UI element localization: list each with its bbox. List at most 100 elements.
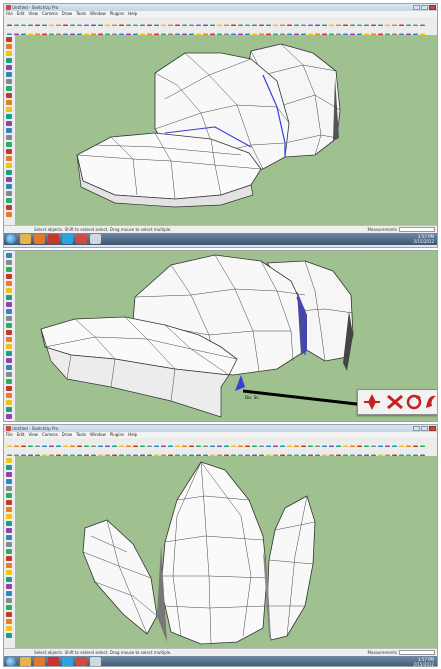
palette-tool-icon[interactable] xyxy=(6,351,12,356)
modeling-viewport-2[interactable]: Dis. Sc. xyxy=(15,251,437,421)
palette-tool-icon[interactable] xyxy=(6,500,12,505)
palette-tool-icon[interactable] xyxy=(6,626,12,631)
palette-tool-icon[interactable] xyxy=(6,421,12,422)
sketchup-taskbar-icon-3[interactable] xyxy=(76,657,87,666)
palette-tool-icon[interactable] xyxy=(6,493,12,498)
palette-tool-icon[interactable] xyxy=(6,156,12,161)
taskbar-clock[interactable]: 3:57 PM 2/15/2012 xyxy=(413,234,434,244)
palette-tool-icon[interactable] xyxy=(6,79,12,84)
model-view-1[interactable] xyxy=(15,35,437,225)
palette-tool-icon[interactable] xyxy=(6,198,12,203)
palette-tool-icon[interactable] xyxy=(6,253,12,258)
palette-tool-icon[interactable] xyxy=(6,309,12,314)
palette-tool-icon[interactable] xyxy=(6,486,12,491)
palette-tool-icon[interactable] xyxy=(6,598,12,603)
paint-icon-3[interactable] xyxy=(90,657,101,666)
palette-tool-icon[interactable] xyxy=(6,358,12,363)
palette-tool-icon[interactable] xyxy=(6,330,12,335)
palette-tool-icon[interactable] xyxy=(6,170,12,175)
media-player-icon-3[interactable] xyxy=(34,657,45,666)
rotate-icon[interactable] xyxy=(387,394,403,410)
skype-icon[interactable] xyxy=(62,234,73,244)
sketchup-taskbar-icon[interactable] xyxy=(76,234,87,244)
palette-tool-icon[interactable] xyxy=(6,149,12,154)
measurements-input[interactable] xyxy=(399,227,435,232)
move-icon[interactable] xyxy=(364,394,380,410)
palette-tool-icon[interactable] xyxy=(6,400,12,405)
palette-tool-icon[interactable] xyxy=(6,458,12,463)
palette-tool-icon[interactable] xyxy=(6,507,12,512)
floating-toolbar[interactable] xyxy=(357,389,437,415)
palette-tool-icon[interactable] xyxy=(6,205,12,210)
palette-tool-icon[interactable] xyxy=(6,100,12,105)
palette-tool-icon[interactable] xyxy=(6,591,12,596)
palette-tool-icon[interactable] xyxy=(6,619,12,624)
palette-tool-icon[interactable] xyxy=(6,372,12,377)
palette-tool-icon[interactable] xyxy=(6,633,12,638)
palette-tool-icon[interactable] xyxy=(6,563,12,568)
palette-tool-icon[interactable] xyxy=(6,65,12,70)
explorer-icon-3[interactable] xyxy=(20,657,31,666)
palette-tool-icon[interactable] xyxy=(6,212,12,217)
palette-tool-icon[interactable] xyxy=(6,528,12,533)
palette-tool-icon[interactable] xyxy=(6,114,12,119)
skype-icon-3[interactable] xyxy=(62,657,73,666)
palette-tool-icon[interactable] xyxy=(6,37,12,42)
palette-tool-icon[interactable] xyxy=(6,570,12,575)
minimize-button[interactable] xyxy=(413,5,420,10)
maximize-button[interactable] xyxy=(421,5,428,10)
explorer-icon[interactable] xyxy=(20,234,31,244)
palette-tool-icon[interactable] xyxy=(6,379,12,384)
palette-tool-icon[interactable] xyxy=(6,316,12,321)
start-button[interactable] xyxy=(6,234,16,244)
palette-tool-icon[interactable] xyxy=(6,44,12,49)
palette-tool-icon[interactable] xyxy=(6,535,12,540)
palette-tool-icon[interactable] xyxy=(6,281,12,286)
taskbar-clock-3[interactable]: 3:57 PM 2/15/2012 xyxy=(413,657,434,666)
palette-tool-icon[interactable] xyxy=(6,465,12,470)
close-button-3[interactable] xyxy=(429,426,436,431)
palette-tool-icon[interactable] xyxy=(6,93,12,98)
palette-tool-icon[interactable] xyxy=(6,414,12,419)
maximize-button-3[interactable] xyxy=(421,426,428,431)
palette-tool-icon[interactable] xyxy=(6,58,12,63)
palette-tool-icon[interactable] xyxy=(6,407,12,412)
media-player-icon[interactable] xyxy=(34,234,45,244)
palette-tool-icon[interactable] xyxy=(6,121,12,126)
palette-tool-icon[interactable] xyxy=(6,365,12,370)
palette-tool-icon[interactable] xyxy=(6,479,12,484)
palette-tool-icon[interactable] xyxy=(6,107,12,112)
palette-tool-icon[interactable] xyxy=(6,605,12,610)
palette-tool-icon[interactable] xyxy=(6,142,12,147)
palette-tool-icon[interactable] xyxy=(6,542,12,547)
palette-tool-icon[interactable] xyxy=(6,128,12,133)
palette-tool-icon[interactable] xyxy=(6,135,12,140)
palette-tool-icon[interactable] xyxy=(6,521,12,526)
palette-tool-icon[interactable] xyxy=(6,337,12,342)
palette-tool-icon[interactable] xyxy=(6,260,12,265)
tool-palette-icons-3[interactable] xyxy=(4,456,15,648)
paint-icon[interactable] xyxy=(90,234,101,244)
modeling-viewport[interactable] xyxy=(15,35,437,225)
scale-icon[interactable] xyxy=(406,394,422,410)
palette-tool-icon[interactable] xyxy=(6,386,12,391)
palette-tool-icon[interactable] xyxy=(6,177,12,182)
tool-palette-icons[interactable] xyxy=(4,35,15,225)
palette-tool-icon[interactable] xyxy=(6,288,12,293)
palette-tool-icon[interactable] xyxy=(6,556,12,561)
palette-tool-icon[interactable] xyxy=(6,472,12,477)
palette-tool-icon[interactable] xyxy=(6,577,12,582)
tool-palette-icons-2[interactable] xyxy=(4,251,15,422)
floating-toolbar-icons[interactable] xyxy=(358,390,437,414)
measurements-input-3[interactable] xyxy=(399,650,435,655)
palette-tool-icon[interactable] xyxy=(6,86,12,91)
palette-tool-icon[interactable] xyxy=(6,584,12,589)
offset-icon[interactable] xyxy=(426,395,436,408)
palette-tool-icon[interactable] xyxy=(6,191,12,196)
palette-tool-icon[interactable] xyxy=(6,51,12,56)
palette-tool-icon[interactable] xyxy=(6,514,12,519)
palette-tool-icon[interactable] xyxy=(6,267,12,272)
palette-tool-icon[interactable] xyxy=(6,295,12,300)
palette-tool-icon[interactable] xyxy=(6,163,12,168)
acrobat-icon[interactable] xyxy=(48,234,59,244)
